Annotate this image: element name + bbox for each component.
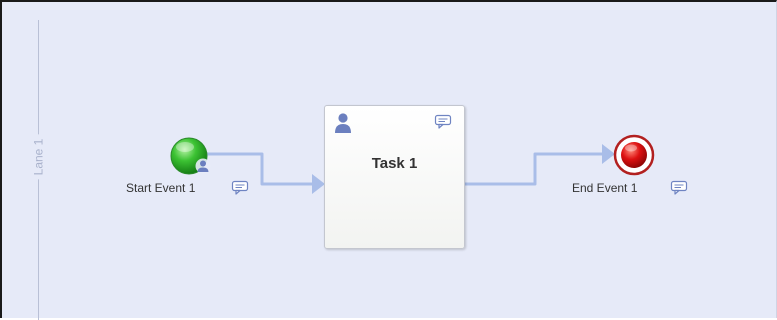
sequence-flow-task-to-end[interactable] bbox=[465, 152, 604, 186]
start-event[interactable] bbox=[169, 136, 211, 178]
start-event-user-icon bbox=[195, 158, 211, 174]
task-user-icon bbox=[335, 113, 351, 133]
end-event-label: End Event 1 bbox=[572, 181, 638, 195]
end-event[interactable] bbox=[613, 134, 655, 176]
end-event-comment-icon[interactable] bbox=[670, 180, 688, 196]
start-event-comment-icon[interactable] bbox=[231, 180, 249, 196]
sequence-flow-start-to-task[interactable] bbox=[207, 152, 314, 186]
task-label: Task 1 bbox=[371, 155, 418, 172]
diagram-canvas[interactable]: Lane 1 Start Event 1 Task 1 End Event 1 bbox=[0, 0, 777, 320]
task-comment-icon[interactable] bbox=[434, 114, 452, 130]
end-event-circle-icon bbox=[613, 134, 655, 176]
task-box[interactable]: Task 1 bbox=[324, 105, 465, 249]
start-event-label: Start Event 1 bbox=[126, 181, 196, 195]
